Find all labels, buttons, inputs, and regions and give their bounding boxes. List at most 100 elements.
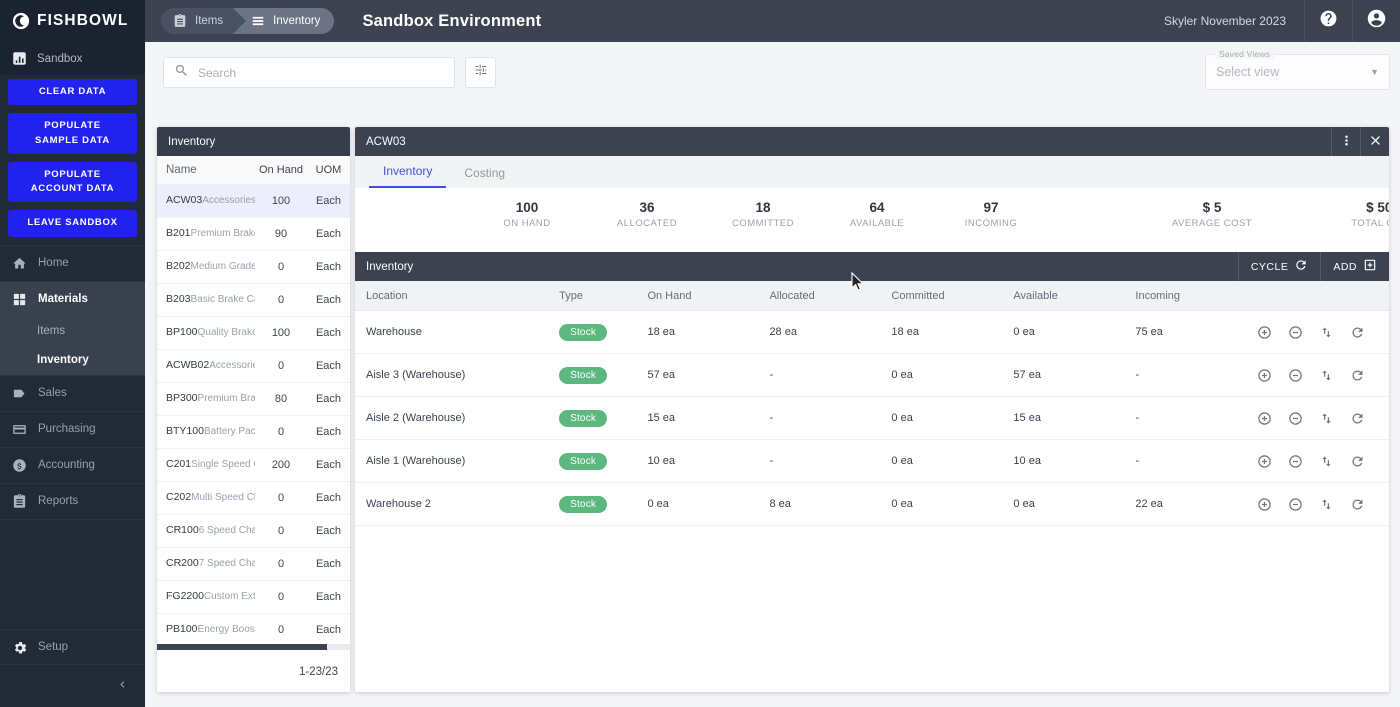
transfer-updown-icon[interactable] — [1319, 411, 1334, 426]
list-item[interactable]: CR2007 Speed Chain Ring0Each — [157, 548, 350, 581]
transfer-updown-icon[interactable] — [1319, 497, 1334, 512]
breadcrumb-item-inventory[interactable]: Inventory — [233, 8, 334, 34]
cell-incoming: - — [1135, 412, 1257, 424]
cell-on-hand: 18 ea — [647, 326, 769, 338]
list-item[interactable]: CR1006 Speed Chain Ring0Each — [157, 515, 350, 548]
table-row[interactable]: Aisle 2 (Warehouse)Stock15 ea-0 ea15 ea- — [355, 397, 1389, 440]
gear-icon — [12, 640, 27, 655]
search-input[interactable] — [198, 66, 444, 80]
refresh-icon[interactable] — [1350, 368, 1365, 383]
cell-type: Stock — [559, 453, 647, 470]
row-actions — [1257, 368, 1389, 383]
saved-views-select[interactable]: Saved Views Select view ▼ — [1205, 54, 1390, 90]
list-item[interactable]: B202Medium Grade Brak...0Each — [157, 251, 350, 284]
list-item[interactable]: ACWB02Accessories - Wate...0Each — [157, 350, 350, 383]
plus-circle-icon[interactable] — [1257, 454, 1272, 469]
cycle-button[interactable]: CYCLE — [1238, 252, 1321, 281]
list-item[interactable]: B201Premium Brake Cab...90Each — [157, 218, 350, 251]
refresh-icon[interactable] — [1350, 411, 1365, 426]
stat-label: COMMITTED — [708, 218, 818, 229]
populate-sample-data-button[interactable]: POPULATE SAMPLE DATA — [8, 113, 137, 154]
list-item-name: BTY100Battery Pack — [157, 425, 255, 438]
tab-inventory[interactable]: Inventory — [369, 164, 446, 188]
table-row[interactable]: WarehouseStock18 ea28 ea18 ea0 ea75 ea — [355, 311, 1389, 354]
status-badge: Stock — [559, 410, 607, 427]
list-item-uom: Each — [307, 360, 350, 372]
refresh-icon[interactable] — [1350, 497, 1365, 512]
sidebar-item-setup[interactable]: Setup — [0, 629, 145, 665]
content-area: Saved Views Select view ▼ Inventory Name… — [145, 42, 1400, 707]
transfer-updown-icon[interactable] — [1319, 454, 1334, 469]
cell-committed: 18 ea — [891, 326, 1013, 338]
sidebar-subitem-inventory[interactable]: Inventory — [0, 346, 145, 375]
filter-button[interactable] — [465, 57, 496, 88]
list-item-uom: Each — [307, 393, 350, 405]
list-item[interactable]: BP100Quality Brake Pads100Each — [157, 317, 350, 350]
minus-circle-icon[interactable] — [1288, 411, 1303, 426]
list-item-uom: Each — [307, 459, 350, 471]
account-button[interactable] — [1352, 0, 1400, 42]
breadcrumb: Items Inventory — [161, 8, 334, 34]
list-item-code: FG2200 — [166, 590, 204, 602]
add-button[interactable]: ADD — [1320, 252, 1389, 281]
list-item[interactable]: C202Multi Speed Chain0Each — [157, 482, 350, 515]
clear-data-button[interactable]: CLEAR DATA — [8, 79, 137, 105]
leave-sandbox-button[interactable]: LEAVE SANDBOX — [8, 210, 137, 236]
add-label: ADD — [1333, 261, 1357, 273]
list-item[interactable]: C201Single Speed Chain200Each — [157, 449, 350, 482]
refresh-icon[interactable] — [1350, 325, 1365, 340]
cell-type: Stock — [559, 324, 647, 341]
stat-average-cost: $ 5AVERAGE COST — [1157, 198, 1267, 229]
stat-value: 64 — [822, 198, 932, 218]
sidebar-item-materials[interactable]: Materials — [0, 281, 145, 317]
chart-bar-icon — [12, 51, 27, 66]
plus-circle-icon[interactable] — [1257, 325, 1272, 340]
detail-more-button[interactable] — [1331, 127, 1360, 156]
sidebar-subitem-items[interactable]: Items — [0, 317, 145, 346]
list-item[interactable]: FG2200Custom Extreme M...0Each — [157, 581, 350, 614]
plus-circle-icon[interactable] — [1257, 411, 1272, 426]
sidebar-item-reports[interactable]: Reports — [0, 483, 145, 519]
transfer-updown-icon[interactable] — [1319, 368, 1334, 383]
cell-type: Stock — [559, 367, 647, 384]
list-item-name: B202Medium Grade Brak... — [157, 260, 255, 273]
cell-location: Aisle 3 (Warehouse) — [355, 369, 559, 381]
list-item[interactable]: B203Basic Brake Cables0Each — [157, 284, 350, 317]
search-box[interactable] — [163, 57, 455, 88]
sidebar-item-accounting[interactable]: Accounting — [0, 447, 145, 483]
breadcrumb-item-items[interactable]: Items — [161, 8, 245, 34]
list-item-on-hand: 0 — [255, 261, 307, 273]
list-item[interactable]: ACW03Accessories - Bicyc...100Each — [157, 185, 350, 218]
minus-circle-icon[interactable] — [1288, 497, 1303, 512]
list-item[interactable]: BTY100Battery Pack0Each — [157, 416, 350, 449]
populate-account-data-button[interactable]: POPULATE ACCOUNT DATA — [8, 162, 137, 203]
list-item-code: B202 — [166, 260, 191, 272]
table-row[interactable]: Warehouse 2Stock0 ea8 ea0 ea0 ea22 ea — [355, 483, 1389, 526]
refresh-icon[interactable] — [1350, 454, 1365, 469]
sidebar-item-sales[interactable]: Sales — [0, 375, 145, 411]
detail-close-button[interactable] — [1360, 127, 1389, 156]
list-item-uom: Each — [307, 195, 350, 207]
plus-circle-icon[interactable] — [1257, 368, 1272, 383]
list-item-code: PB100 — [166, 623, 198, 635]
brand-logo[interactable]: FISHBOWL — [0, 0, 145, 42]
plus-circle-icon[interactable] — [1257, 497, 1272, 512]
table-row[interactable]: Aisle 3 (Warehouse)Stock57 ea-0 ea57 ea- — [355, 354, 1389, 397]
tab-costing[interactable]: Costing — [450, 166, 519, 188]
list-item[interactable]: PB100Energy Boost Powe...0Each — [157, 614, 350, 644]
tag-icon — [12, 386, 27, 401]
help-button[interactable] — [1304, 0, 1352, 42]
minus-circle-icon[interactable] — [1288, 454, 1303, 469]
table-row[interactable]: Aisle 1 (Warehouse)Stock10 ea-0 ea10 ea- — [355, 440, 1389, 483]
list-item-on-hand: 0 — [255, 558, 307, 570]
minus-circle-icon[interactable] — [1288, 325, 1303, 340]
list-horizontal-scrollbar[interactable] — [157, 644, 350, 650]
row-actions — [1257, 411, 1389, 426]
sidebar-collapse-button[interactable] — [0, 665, 145, 707]
stat-value: 18 — [708, 198, 818, 218]
minus-circle-icon[interactable] — [1288, 368, 1303, 383]
list-item[interactable]: BP300Premium Brake Pads80Each — [157, 383, 350, 416]
sidebar-item-home[interactable]: Home — [0, 245, 145, 281]
sidebar-item-purchasing[interactable]: Purchasing — [0, 411, 145, 447]
transfer-updown-icon[interactable] — [1319, 325, 1334, 340]
